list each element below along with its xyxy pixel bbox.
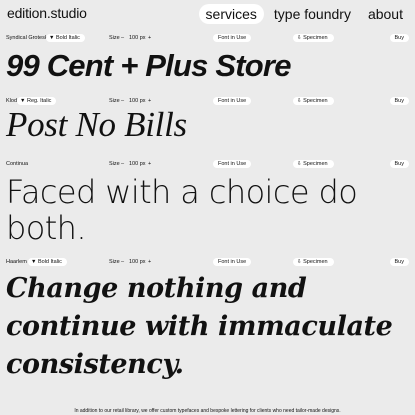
specimen-download-button[interactable]: ⇩ Specimen <box>293 34 334 42</box>
size-decrease-button[interactable]: – <box>121 159 124 169</box>
size-value: 100 px <box>129 35 146 41</box>
size-decrease-button[interactable]: – <box>121 257 124 267</box>
nav-services[interactable]: services <box>198 4 264 24</box>
size-value: 100 px <box>129 161 146 167</box>
specimen-download-button[interactable]: ⇩ Specimen <box>293 160 334 168</box>
specimen-download-button[interactable]: ⇩ Specimen <box>293 97 334 105</box>
footer-intro-text: In addition to our retail library, we of… <box>74 408 341 414</box>
size-increase-button[interactable]: + <box>148 159 151 169</box>
site-logo[interactable]: edition.studio <box>7 5 87 21</box>
buy-button[interactable]: Buy <box>389 160 409 168</box>
font-name: Haarlem <box>6 259 27 265</box>
site-header: edition.studio services type foundry abo… <box>0 0 415 28</box>
font-in-use-button[interactable]: Font in Use <box>213 97 252 105</box>
specimen-text[interactable]: 99 Cent + Plus Store <box>6 48 291 84</box>
size-increase-button[interactable]: + <box>148 33 151 43</box>
font-name: Continua <box>6 161 29 167</box>
font-toolbar: Syndical Grotesk ▼ Bold Italic Size – 10… <box>0 33 415 43</box>
font-in-use-button[interactable]: Font in Use <box>213 258 252 266</box>
size-label: Size <box>109 161 120 167</box>
specimen-download-button[interactable]: ⇩ Specimen <box>293 258 334 266</box>
nav-about[interactable]: about <box>361 4 410 24</box>
size-value: 100 px <box>129 259 146 265</box>
specimen-text[interactable]: Change nothing and continue with immacul… <box>6 270 415 384</box>
main-nav: services type foundry about <box>198 4 410 24</box>
font-in-use-button[interactable]: Font in Use <box>213 34 252 42</box>
font-name: Syndical Grotesk <box>6 35 48 41</box>
size-label: Size <box>109 259 120 265</box>
font-toolbar: Haarlem ▼ Bold Italic Size – 100 px + Fo… <box>0 257 415 267</box>
buy-button[interactable]: Buy <box>389 97 409 105</box>
font-toolbar: Continua Size – 100 px + Font in Use ⇩ S… <box>0 159 415 169</box>
buy-button[interactable]: Buy <box>389 258 409 266</box>
specimen-text[interactable]: Post No Bills <box>6 105 187 145</box>
font-in-use-button[interactable]: Font in Use <box>213 160 252 168</box>
style-select[interactable]: ▼ Bold Italic <box>28 258 67 266</box>
size-increase-button[interactable]: + <box>148 257 151 267</box>
size-decrease-button[interactable]: – <box>121 33 124 43</box>
buy-button[interactable]: Buy <box>389 34 409 42</box>
specimen-text[interactable]: Faced with a choice do both. <box>6 174 410 246</box>
style-select[interactable]: ▼ Bold Italic <box>46 34 85 42</box>
size-label: Size <box>109 35 120 41</box>
nav-type-foundry[interactable]: type foundry <box>267 4 358 24</box>
style-select[interactable]: ▼ Reg. Italic <box>17 97 57 105</box>
